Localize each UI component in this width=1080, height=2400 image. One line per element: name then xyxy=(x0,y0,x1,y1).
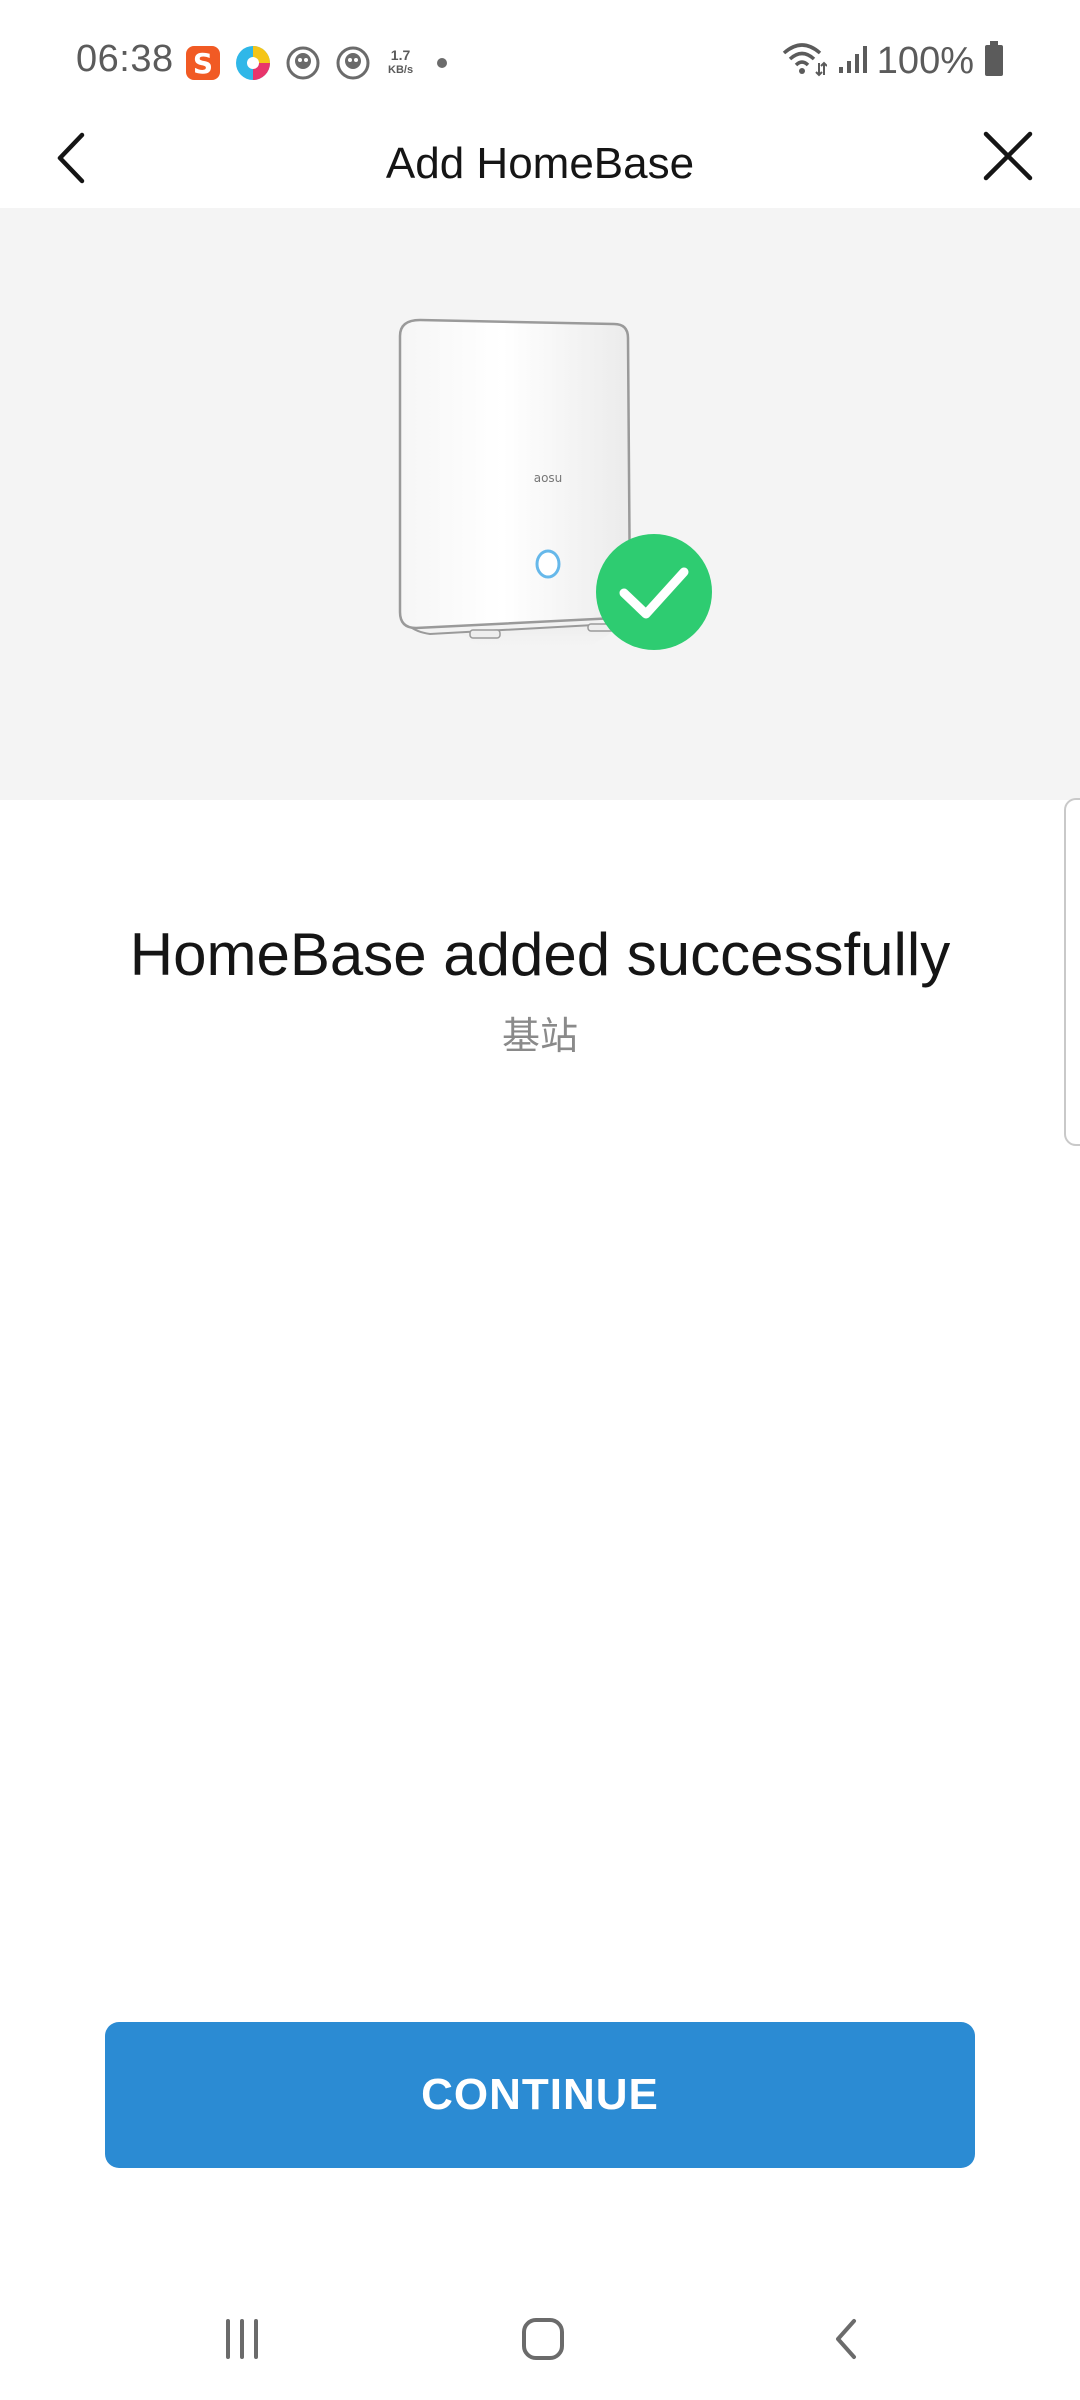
recent-apps-icon xyxy=(226,2319,258,2359)
recent-apps-button[interactable] xyxy=(202,2304,282,2374)
system-icons: 100% xyxy=(781,38,1004,84)
sogou-app-icon: S xyxy=(184,44,222,82)
chevron-left-icon xyxy=(57,132,85,184)
back-icon xyxy=(836,2319,856,2359)
check-circle-icon xyxy=(596,534,712,650)
continue-button[interactable]: CONTINUE xyxy=(105,2022,975,2168)
notification-dot-icon xyxy=(437,58,448,68)
system-back-button[interactable] xyxy=(806,2304,886,2374)
header: Add HomeBase xyxy=(0,120,1080,208)
back-button[interactable] xyxy=(44,126,98,190)
game-app-icon xyxy=(284,44,322,82)
browser-app-icon xyxy=(234,44,272,82)
home-button[interactable] xyxy=(503,2304,583,2374)
wifi-icon xyxy=(781,41,828,82)
device-name: 基站 xyxy=(501,1016,578,1058)
close-button[interactable] xyxy=(976,124,1040,188)
net-speed-unit: KB/s xyxy=(388,64,414,76)
net-speed-value: 1.7 xyxy=(390,47,411,63)
battery-percent: 100% xyxy=(876,39,974,82)
navigation-bar xyxy=(0,2280,1080,2400)
status-time: 06:38 xyxy=(76,38,174,80)
device-brand-logo: aosu xyxy=(534,471,563,485)
game-app-icon xyxy=(334,44,372,82)
home-icon xyxy=(522,2318,564,2360)
notification-icons: S 1.7 KB/s xyxy=(184,40,448,86)
net-speed: 1.7 KB/s xyxy=(388,48,413,78)
svg-text:S: S xyxy=(193,47,213,80)
screen: 06:38 S 1.7 KB/s 100% Add HomeBase aosu … xyxy=(0,0,1080,2400)
homebase-illustration: aosu xyxy=(398,318,712,653)
hero-banner: aosu xyxy=(0,208,1080,800)
status-bar: 06:38 S 1.7 KB/s 100% xyxy=(0,0,1080,120)
signal-icon xyxy=(837,43,869,80)
close-icon xyxy=(983,131,1033,181)
battery-icon xyxy=(984,40,1004,82)
success-message: HomeBase added successfully xyxy=(129,921,951,988)
page-title: Add HomeBase xyxy=(385,139,695,188)
